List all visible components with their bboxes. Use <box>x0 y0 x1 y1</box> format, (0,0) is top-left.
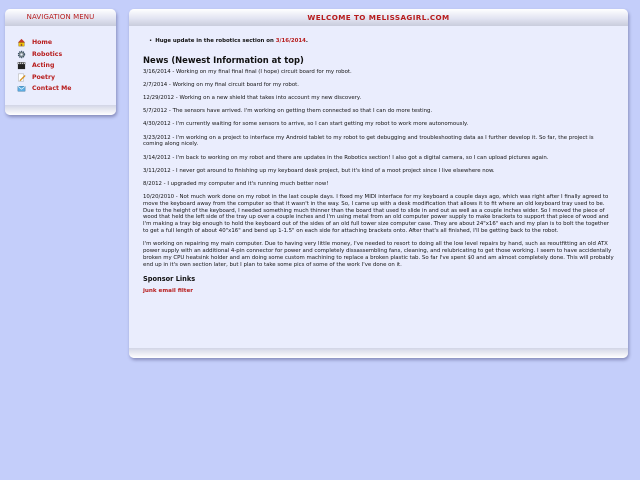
nav-item-acting[interactable]: Acting <box>17 60 116 72</box>
navigation-menu-title: NAVIGATION MENU <box>5 9 116 26</box>
news-heading: News (Newest Information at top) <box>143 54 304 65</box>
pencil-icon <box>18 73 26 82</box>
update-text: Huge update in the robotics section on <box>155 38 274 44</box>
gear-icon <box>17 50 26 58</box>
envelope-icon <box>17 86 26 92</box>
nav-link-contact[interactable]: Contact Me <box>32 85 71 92</box>
news-item: 3/16/2014 - Working on my final final fi… <box>143 68 352 75</box>
main-panel: WELCOME TO MELISSAGIRL.COM Huge update i… <box>129 9 628 358</box>
nav-link-acting[interactable]: Acting <box>32 62 54 69</box>
update-end: . <box>305 38 308 44</box>
navigation-panel-footer <box>5 105 116 115</box>
update-date-link[interactable]: 3/16/2014 <box>276 38 306 44</box>
news-item: 3/14/2012 - I'm back to working on my ro… <box>143 154 549 161</box>
news-item: 10/20/2010 - Not much work done on my ro… <box>143 194 610 235</box>
navigation-panel: NAVIGATION MENU Home Robotics Acting Poe… <box>5 9 116 115</box>
sponsor-link[interactable]: junk email filter <box>143 288 193 294</box>
main-panel-footer <box>129 348 628 358</box>
update-notice: Huge update in the robotics section on 3… <box>149 38 614 45</box>
nav-item-contact[interactable]: Contact Me <box>17 83 116 95</box>
news-item: I'm working on repairing my main compute… <box>143 241 614 268</box>
sponsor-heading: Sponsor Links <box>143 275 196 284</box>
news-list: 3/16/2014 - Working on my final final fi… <box>143 69 614 269</box>
clapperboard-icon <box>17 62 26 70</box>
news-item: 5/7/2012 - The sensors have arrived. I'm… <box>143 108 433 115</box>
nav-link-robotics[interactable]: Robotics <box>32 51 62 58</box>
nav-item-poetry[interactable]: Poetry <box>17 72 116 84</box>
news-item: 12/29/2012 - Working on a new shield tha… <box>143 94 362 101</box>
main-content: Huge update in the robotics section on 3… <box>129 26 628 295</box>
house-icon <box>17 39 26 47</box>
news-item: 3/23/2012 - I'm working on a project to … <box>143 134 594 148</box>
nav-item-home[interactable]: Home <box>17 37 116 49</box>
news-item: 4/30/2012 - I'm currently waiting for so… <box>143 121 469 128</box>
news-item: 2/7/2014 - Working on my final circuit b… <box>143 81 299 88</box>
navigation-list: Home Robotics Acting Poetry Contact Me <box>5 26 116 95</box>
main-panel-title: WELCOME TO MELISSAGIRL.COM <box>129 9 628 26</box>
news-item: 3/11/2012 - I never got around to finish… <box>143 167 495 174</box>
news-item: 8/2012 - I upgraded my computer and it's… <box>143 180 329 187</box>
nav-item-robotics[interactable]: Robotics <box>17 49 116 61</box>
nav-link-poetry[interactable]: Poetry <box>32 74 55 81</box>
nav-link-home[interactable]: Home <box>32 39 52 46</box>
